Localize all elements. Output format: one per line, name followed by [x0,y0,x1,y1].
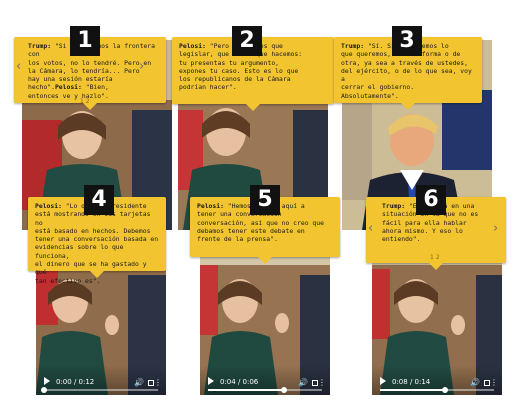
more-options-icon[interactable]: ⋮ [490,378,498,387]
play-icon[interactable] [44,377,50,385]
speaker-label: Trump: [28,42,52,50]
carousel-next-arrow[interactable]: › [139,60,144,73]
carousel-prev-arrow[interactable]: ‹ [16,60,21,73]
panel-number-6: 6 [416,185,446,215]
video-progress-fill [208,389,285,391]
volume-icon[interactable]: 🔊 [298,378,308,387]
video-progress-fill [380,389,445,391]
video-progress-knob[interactable] [41,387,47,393]
speaker-label: Trump: [341,42,365,50]
panel-number-1: 1 [70,26,100,56]
panel-number-4: 4 [84,185,114,215]
video-time: 0:04 / 0:06 [220,378,259,386]
speaker-label-2: Pelosi: [54,83,82,92]
video-controls: 0:04 / 0:06 🔊 ⋮ [200,365,330,395]
video-progress-bar[interactable] [41,387,158,393]
video-progress-bar[interactable] [380,387,494,393]
more-options-icon[interactable]: ⋮ [318,378,326,387]
video-time: 0:08 / 0:14 [392,378,431,386]
play-icon[interactable] [380,377,386,385]
play-icon[interactable] [208,377,214,385]
panel-number-3: 3 [392,26,422,56]
volume-icon[interactable]: 🔊 [470,378,480,387]
speaker-label: Pelosi: [35,202,62,210]
panel-number-5: 5 [250,185,280,215]
video-progress-knob[interactable] [441,387,448,393]
speaker-label: Trump: [382,202,406,210]
panel-number-2: 2 [232,26,262,56]
volume-icon[interactable]: 🔊 [134,378,144,387]
video-progress-bar[interactable] [208,387,322,393]
carousel-page-indicator[interactable]: 1 2 [80,98,90,105]
carousel-page-indicator[interactable]: 1 2 [430,254,440,261]
speaker-label: Pelosi: [179,42,206,50]
video-controls: 0:08 / 0:14 🔊 ⋮ [372,365,502,395]
carousel-next-arrow[interactable]: › [493,222,498,235]
video-time: 0:00 / 0:12 [56,378,95,386]
more-options-icon[interactable]: ⋮ [154,378,162,387]
speaker-label: Pelosi: [197,202,224,210]
carousel-prev-arrow[interactable]: ‹ [368,222,373,235]
video-controls: 0:00 / 0:12 🔊 ⋮ [36,365,166,395]
video-progress-knob[interactable] [281,387,288,393]
